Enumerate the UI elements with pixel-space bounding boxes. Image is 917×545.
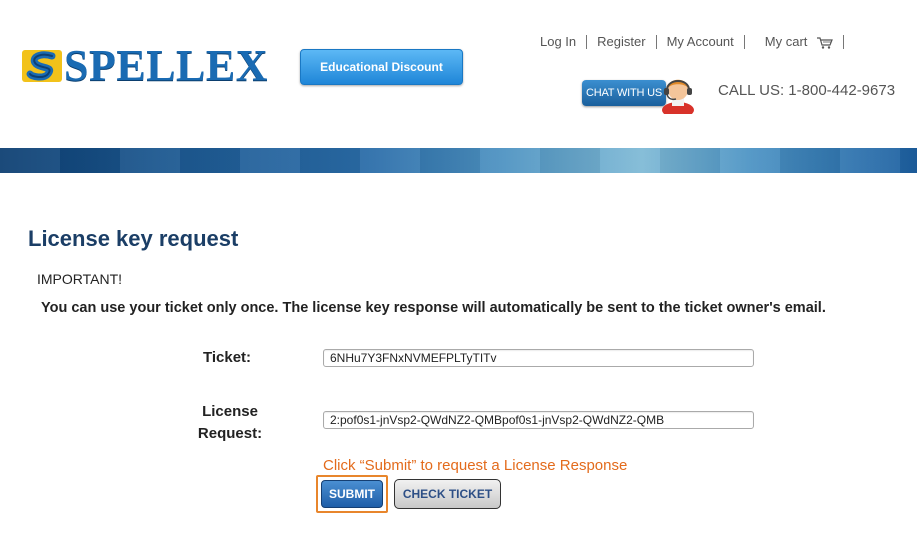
- header-banner: [0, 148, 917, 173]
- ticket-notice: You can use your ticket only once. The l…: [37, 297, 877, 319]
- spellex-logo-icon: [22, 50, 62, 82]
- page-title: License key request: [28, 226, 239, 251]
- educational-discount-button[interactable]: Educational Discount: [300, 49, 463, 85]
- call-us-phone: CALL US: 1-800-442-9673: [718, 82, 896, 99]
- my-account-link[interactable]: My Account: [657, 34, 744, 50]
- license-label-line2: Request:: [197, 425, 263, 442]
- register-link[interactable]: Register: [587, 34, 655, 50]
- cart-icon: [817, 36, 833, 49]
- ticket-label: Ticket:: [202, 349, 252, 366]
- license-request-label: License Request:: [186, 401, 274, 445]
- chat-agent-icon: [662, 79, 694, 114]
- important-label: IMPORTANT!: [37, 271, 123, 287]
- ticket-input[interactable]: [323, 349, 754, 367]
- license-label-line1: License: [202, 403, 258, 420]
- spellex-logo[interactable]: SPELLEX: [22, 44, 268, 88]
- chat-with-us[interactable]: CHAT WITH US: [582, 72, 700, 114]
- my-cart-link[interactable]: My cart: [745, 34, 843, 50]
- submit-button[interactable]: SUBMIT: [321, 480, 383, 508]
- check-ticket-button[interactable]: CHECK TICKET: [394, 479, 501, 509]
- login-link[interactable]: Log In: [530, 34, 586, 50]
- chat-button[interactable]: CHAT WITH US: [582, 80, 666, 106]
- ticket-notice-text: You can use your ticket only once. The l…: [41, 300, 826, 316]
- nav-divider: [843, 35, 845, 49]
- top-navigation: Log In Register My Account My cart: [530, 34, 845, 50]
- submit-highlight: SUBMIT: [316, 475, 388, 513]
- logo-text: SPELLEX: [64, 41, 269, 90]
- license-request-input[interactable]: [323, 411, 754, 429]
- my-cart-label: My cart: [764, 34, 808, 49]
- submit-hint: Click “Submit” to request a License Resp…: [323, 457, 628, 474]
